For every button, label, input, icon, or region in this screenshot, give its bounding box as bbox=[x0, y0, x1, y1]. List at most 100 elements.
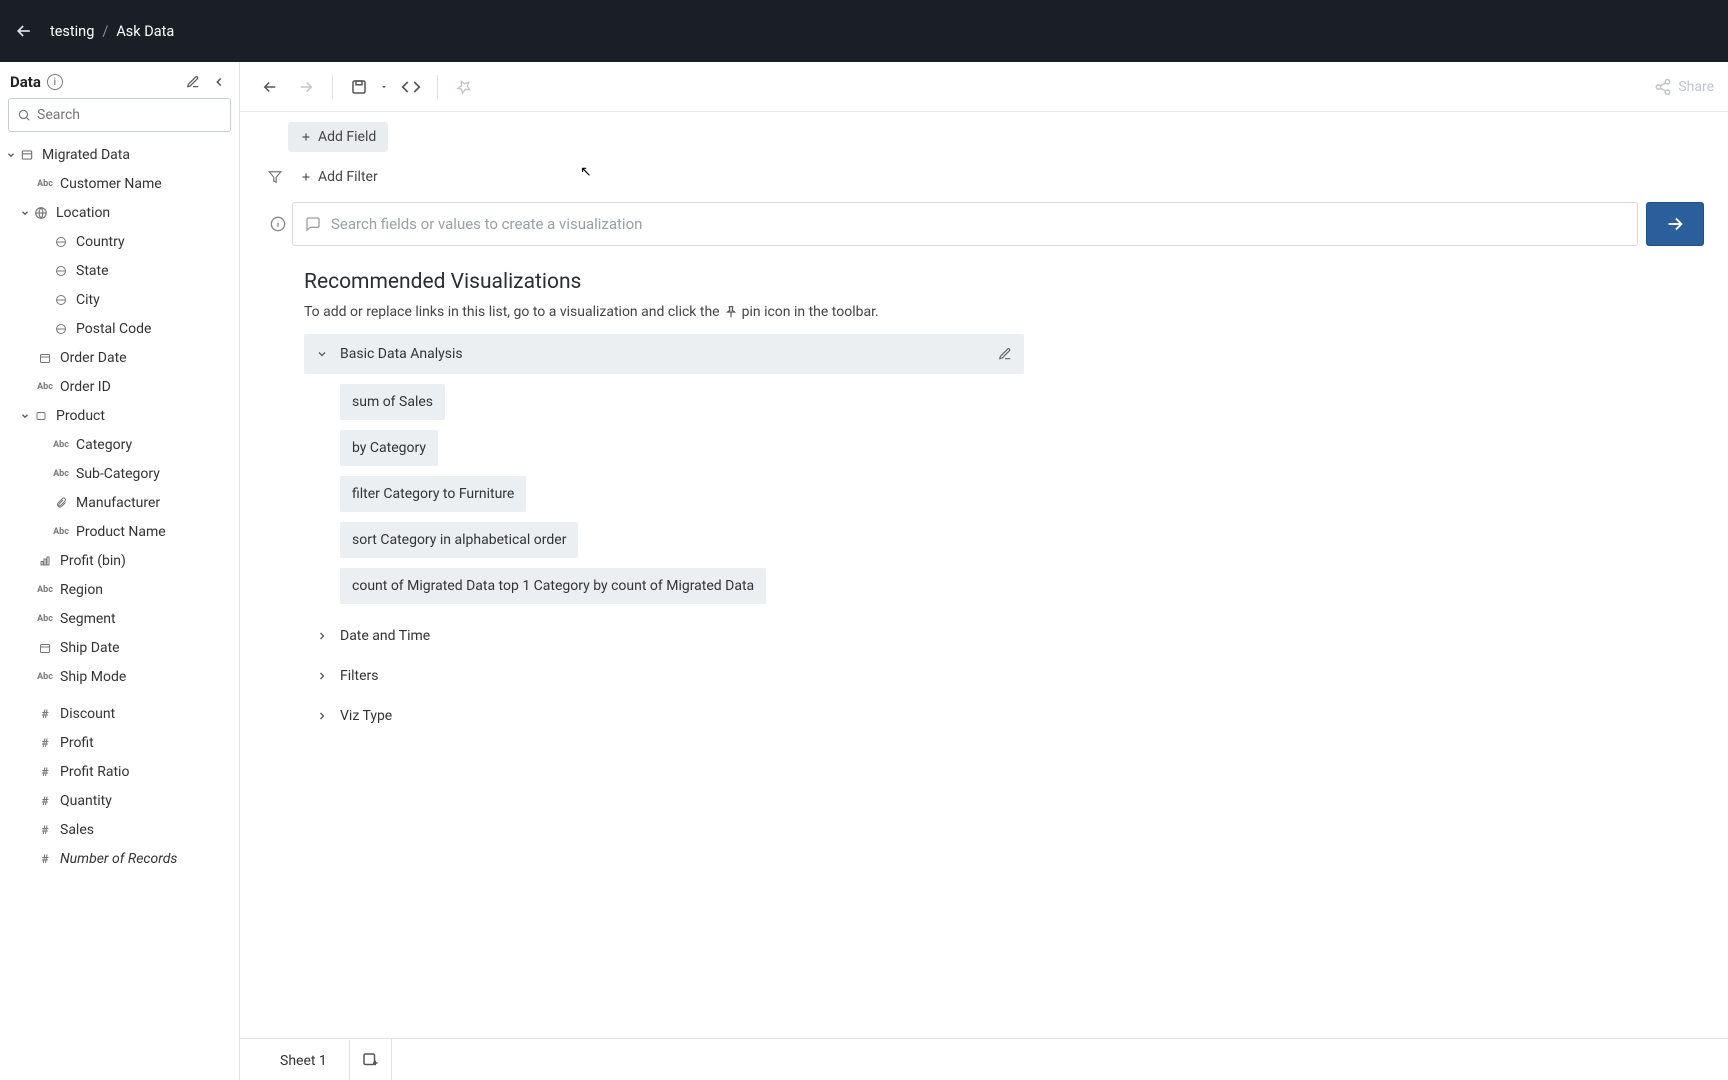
string-icon: Abc bbox=[36, 585, 54, 595]
number-icon: # bbox=[36, 736, 54, 750]
back-button[interactable] bbox=[12, 19, 36, 43]
canvas: Add Field ↖ Add Filter Rec bbox=[240, 112, 1728, 1038]
tree-field[interactable]: Manufacturer bbox=[0, 488, 239, 517]
number-icon: # bbox=[36, 707, 54, 721]
suggestion-chip[interactable]: sort Category in alphabetical order bbox=[340, 522, 578, 558]
sidebar-header: Data i bbox=[0, 62, 239, 98]
clip-icon bbox=[52, 497, 70, 509]
new-sheet-button[interactable] bbox=[350, 1039, 392, 1080]
add-filter-button[interactable]: Add Filter bbox=[288, 162, 390, 192]
tree-field[interactable]: AbcShip Mode bbox=[0, 662, 239, 691]
string-icon: Abc bbox=[36, 614, 54, 624]
tree-field[interactable]: #Discount bbox=[0, 699, 239, 728]
sheet-tab[interactable]: Sheet 1 bbox=[258, 1039, 350, 1080]
sidebar-title: Data bbox=[10, 73, 41, 91]
edit-icon[interactable] bbox=[998, 347, 1012, 361]
breadcrumb-separator: / bbox=[102, 23, 108, 40]
toolbar: Share bbox=[240, 62, 1728, 112]
chevron-down-icon bbox=[316, 348, 328, 360]
tree-datasource[interactable]: Migrated Data bbox=[0, 140, 239, 169]
suggestion-list: sum of Sales by Category filter Category… bbox=[304, 384, 1024, 604]
number-icon: # bbox=[36, 794, 54, 808]
tree-field[interactable]: AbcCategory bbox=[0, 430, 239, 459]
tree-field[interactable]: Postal Code bbox=[0, 314, 239, 343]
tree-field[interactable]: Profit (bin) bbox=[0, 546, 239, 575]
embed-button[interactable] bbox=[395, 71, 427, 103]
tree-field[interactable]: AbcProduct Name bbox=[0, 517, 239, 546]
breadcrumb-item[interactable]: testing bbox=[50, 23, 94, 40]
accordion-header-viztype[interactable]: Viz Type bbox=[304, 698, 1024, 734]
bin-icon bbox=[36, 555, 54, 567]
tree-field[interactable]: Ship Date bbox=[0, 633, 239, 662]
add-field-button[interactable]: Add Field bbox=[288, 122, 388, 152]
app-header: testing / Ask Data bbox=[0, 0, 1728, 62]
accordion-header-basic[interactable]: Basic Data Analysis bbox=[304, 334, 1024, 374]
workspace: Data i Migrated Data AbcCustomer Name Lo… bbox=[0, 62, 1728, 1080]
tree-field[interactable]: #Number of Records bbox=[0, 844, 239, 873]
suggestion-chip[interactable]: by Category bbox=[340, 430, 438, 466]
date-icon bbox=[36, 352, 54, 364]
tree-field[interactable]: #Quantity bbox=[0, 786, 239, 815]
geo-icon bbox=[32, 206, 50, 220]
tree-group[interactable]: Product bbox=[0, 401, 239, 430]
plus-icon bbox=[300, 131, 312, 143]
edit-icon[interactable] bbox=[183, 72, 203, 92]
save-viz-button[interactable] bbox=[343, 71, 375, 103]
info-icon[interactable] bbox=[264, 202, 292, 246]
tree-field[interactable]: AbcCustomer Name bbox=[0, 169, 239, 198]
string-icon: Abc bbox=[36, 672, 54, 682]
string-icon: Abc bbox=[52, 440, 70, 450]
sidebar-search bbox=[0, 98, 239, 138]
suggestion-chip[interactable]: count of Migrated Data top 1 Category by… bbox=[340, 568, 766, 604]
chevron-right-icon bbox=[316, 670, 328, 682]
redo-button[interactable] bbox=[290, 71, 322, 103]
tree-field[interactable]: #Profit Ratio bbox=[0, 757, 239, 786]
ask-input-container bbox=[292, 202, 1638, 246]
string-icon: Abc bbox=[36, 179, 54, 189]
search-icon bbox=[17, 108, 31, 122]
share-icon bbox=[1654, 78, 1672, 96]
geo-icon bbox=[52, 236, 70, 248]
suggestion-chip[interactable]: filter Category to Furniture bbox=[340, 476, 526, 512]
folder-icon bbox=[32, 410, 50, 422]
section-title: Recommended Visualizations bbox=[304, 270, 1698, 294]
number-icon: # bbox=[36, 765, 54, 779]
breadcrumb-item[interactable]: Ask Data bbox=[116, 23, 174, 40]
string-icon: Abc bbox=[36, 382, 54, 392]
chevron-right-icon bbox=[316, 710, 328, 722]
filters-shelf: Add Filter bbox=[264, 162, 1704, 192]
sheet-tabs: Sheet 1 bbox=[240, 1038, 1728, 1080]
number-icon: # bbox=[36, 823, 54, 837]
data-sidebar: Data i Migrated Data AbcCustomer Name Lo… bbox=[0, 62, 240, 1080]
tree-field[interactable]: AbcSub-Category bbox=[0, 459, 239, 488]
tree-field[interactable]: AbcOrder ID bbox=[0, 372, 239, 401]
accordion-header-filters[interactable]: Filters bbox=[304, 658, 1024, 694]
tree-field[interactable]: AbcSegment bbox=[0, 604, 239, 633]
fields-shelf: Add Field bbox=[264, 122, 1704, 152]
pin-button[interactable] bbox=[448, 71, 480, 103]
save-dropdown-icon[interactable] bbox=[377, 71, 391, 103]
collapse-sidebar-icon[interactable] bbox=[209, 72, 229, 92]
main: Share Add Field ↖ Add Filter bbox=[240, 62, 1728, 1080]
tree-field[interactable]: City bbox=[0, 285, 239, 314]
string-icon: Abc bbox=[52, 527, 70, 537]
share-button[interactable]: Share bbox=[1654, 78, 1714, 96]
tree-group[interactable]: Location bbox=[0, 198, 239, 227]
tree-field[interactable]: AbcRegion bbox=[0, 575, 239, 604]
tree-field[interactable]: #Sales bbox=[0, 815, 239, 844]
search-input[interactable] bbox=[37, 107, 222, 123]
tree-field[interactable]: State bbox=[0, 256, 239, 285]
breadcrumb: testing / Ask Data bbox=[50, 23, 174, 40]
tree-field[interactable]: Order Date bbox=[0, 343, 239, 372]
accordion-header-datetime[interactable]: Date and Time bbox=[304, 618, 1024, 654]
submit-button[interactable] bbox=[1646, 202, 1704, 246]
chat-icon bbox=[305, 216, 321, 232]
info-icon[interactable]: i bbox=[47, 74, 63, 90]
datasource-icon bbox=[18, 148, 36, 162]
ask-input[interactable] bbox=[331, 215, 1625, 233]
tree-field[interactable]: #Profit bbox=[0, 728, 239, 757]
tree-field[interactable]: Country bbox=[0, 227, 239, 256]
suggestion-chip[interactable]: sum of Sales bbox=[340, 384, 445, 420]
number-icon: # bbox=[36, 852, 54, 866]
undo-button[interactable] bbox=[254, 71, 286, 103]
